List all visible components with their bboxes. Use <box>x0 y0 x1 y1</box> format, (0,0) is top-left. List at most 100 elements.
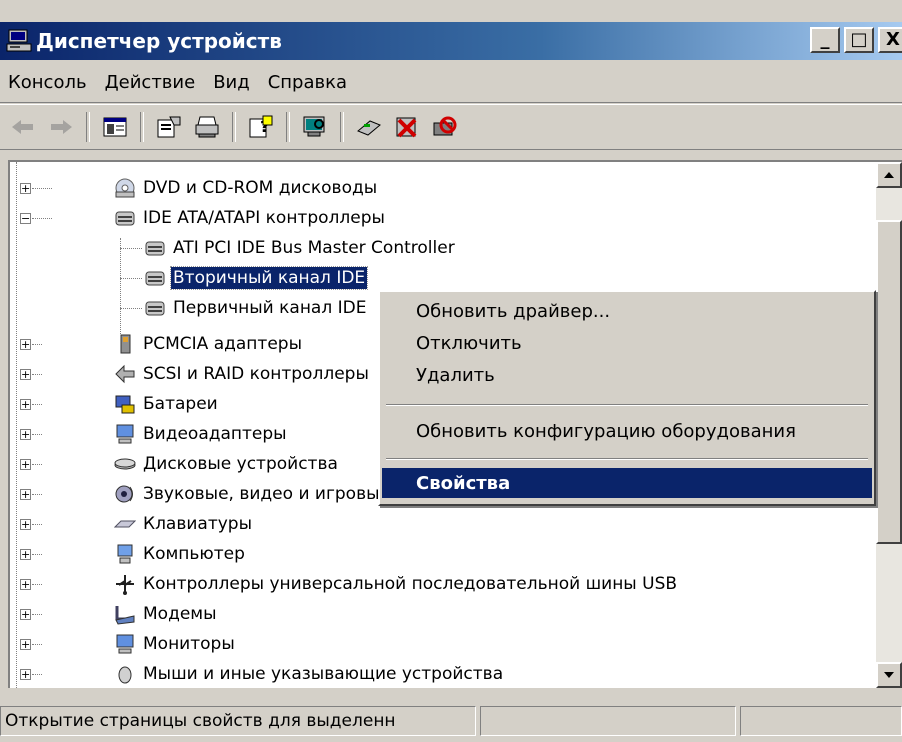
tree-line <box>32 434 42 435</box>
device-manager-app-icon <box>6 28 32 54</box>
expand-button[interactable]: + <box>20 489 31 500</box>
status-pane-2 <box>480 706 736 736</box>
tree-item-batteries[interactable]: + Батареи <box>14 390 220 418</box>
tree-item-ide-controllers[interactable]: − IDE ATA/ATAPI контроллеры <box>14 204 387 232</box>
expand-button[interactable]: + <box>20 459 31 470</box>
menu-bar: Консоль Действие Вид Справка <box>0 62 902 103</box>
scan-hardware-icon[interactable] <box>300 112 330 142</box>
tree-item-modems[interactable]: + Модемы <box>14 600 219 628</box>
menu-separator <box>386 458 868 460</box>
expand-button[interactable]: + <box>20 579 31 590</box>
tree-item-computer[interactable]: + Компьютер <box>14 540 247 568</box>
tree-item-usb-controllers[interactable]: + Контроллеры универсальной последовател… <box>14 570 679 598</box>
menu-item-scan-hardware[interactable]: Обновить конфигурацию оборудования <box>382 416 872 446</box>
properties-icon[interactable] <box>154 112 184 142</box>
disable-icon[interactable] <box>430 112 460 142</box>
menu-separator <box>386 404 868 406</box>
menu-item-update-driver[interactable]: Обновить драйвер... <box>382 296 872 326</box>
menu-help[interactable]: Справка <box>259 72 356 93</box>
tree-line <box>32 584 42 585</box>
expand-button[interactable]: + <box>20 429 31 440</box>
forward-arrow-icon[interactable] <box>46 112 76 142</box>
toolbar-separator <box>86 112 90 142</box>
menu-view[interactable]: Вид <box>204 72 259 93</box>
tree-item-ati-pci-ide[interactable]: ATI PCI IDE Bus Master Controller <box>114 234 457 262</box>
menu-item-properties[interactable]: Свойства <box>382 468 872 498</box>
tree-item-label: Контроллеры универсальной последовательн… <box>143 574 678 594</box>
vertical-scrollbar[interactable] <box>876 162 902 688</box>
expand-button[interactable]: + <box>20 369 31 380</box>
dvd-drive-icon <box>114 177 136 199</box>
toolbar: ? <box>0 104 902 150</box>
expand-button[interactable]: + <box>20 519 31 530</box>
tree-item-label: Первичный канал IDE <box>173 298 367 318</box>
tree-item-label: Видеоадаптеры <box>143 424 287 444</box>
scsi-icon <box>114 363 136 385</box>
tree-item-label: Клавиатуры <box>143 514 253 534</box>
tree-item-label: ATI PCI IDE Bus Master Controller <box>173 238 455 258</box>
show-hide-console-tree-icon[interactable] <box>100 112 130 142</box>
tree-item-label: Мыши и иные указывающие устройства <box>143 664 504 684</box>
scroll-down-button[interactable] <box>876 662 902 688</box>
expand-button[interactable]: + <box>20 609 31 620</box>
title-bar[interactable]: Диспетчер устройств _ □ X <box>0 22 902 60</box>
tree-item-mice[interactable]: + Мыши и иные указывающие устройства <box>14 660 505 688</box>
tree-line <box>32 218 52 219</box>
tree-item-primary-ide[interactable]: Первичный канал IDE <box>114 294 368 322</box>
ide-controller-icon <box>114 207 136 229</box>
tree-item-pcmcia[interactable]: + PCMCIA адаптеры <box>14 330 304 358</box>
expand-button[interactable]: + <box>20 339 31 350</box>
tree-item-scsi-raid[interactable]: + SCSI и RAID контроллеры <box>14 360 371 388</box>
disk-drive-icon <box>114 453 136 475</box>
help-icon[interactable]: ? <box>246 112 276 142</box>
tree-item-label: Компьютер <box>143 544 245 564</box>
sound-icon <box>114 483 136 505</box>
window-title: Диспетчер устройств <box>36 29 282 53</box>
tree-item-label: PCMCIA адаптеры <box>143 334 302 354</box>
tree-item-secondary-ide[interactable]: Вторичный канал IDE <box>114 264 369 292</box>
toolbar-separator <box>340 112 344 142</box>
tree-item-video-adapters[interactable]: + Видеоадаптеры <box>14 420 289 448</box>
print-icon[interactable] <box>192 112 222 142</box>
tree-item-disk-drives[interactable]: + Дисковые устройства <box>14 450 340 478</box>
tree-line <box>32 494 42 495</box>
minimize-button[interactable]: _ <box>810 27 840 53</box>
tree-line <box>32 404 42 405</box>
tree-item-keyboards[interactable]: + Клавиатуры <box>14 510 254 538</box>
ide-controller-icon <box>144 237 166 259</box>
tree-line <box>32 188 52 189</box>
close-button[interactable]: X <box>878 27 902 53</box>
collapse-button[interactable]: − <box>20 213 31 224</box>
tree-item-label: Батареи <box>143 394 218 414</box>
tree-item-label: DVD и CD-ROM дисководы <box>143 178 378 198</box>
ide-controller-icon <box>144 267 166 289</box>
expand-button[interactable]: + <box>20 669 31 680</box>
pcmcia-icon <box>114 333 136 355</box>
status-pane-3 <box>740 706 902 736</box>
expand-button[interactable]: + <box>20 183 31 194</box>
tree-line <box>32 674 42 675</box>
expand-button[interactable]: + <box>20 549 31 560</box>
maximize-button[interactable]: □ <box>844 27 874 53</box>
scroll-up-button[interactable] <box>876 162 902 188</box>
uninstall-icon[interactable] <box>392 112 422 142</box>
tree-item-label: SCSI и RAID контроллеры <box>143 364 369 384</box>
menu-item-disable[interactable]: Отключить <box>382 328 872 358</box>
scroll-thumb[interactable] <box>876 220 902 544</box>
update-driver-icon[interactable] <box>354 112 384 142</box>
toolbar-separator <box>232 112 236 142</box>
menu-console[interactable]: Консоль <box>0 72 96 93</box>
menu-item-uninstall[interactable]: Удалить <box>382 360 872 390</box>
tree-item-label-selected: Вторичный канал IDE <box>169 266 369 290</box>
expand-button[interactable]: + <box>20 639 31 650</box>
back-arrow-icon[interactable] <box>8 112 38 142</box>
toolbar-separator <box>286 112 290 142</box>
tree-item-monitors[interactable]: + Мониторы <box>14 630 237 658</box>
device-manager-window: Диспетчер устройств _ □ X Консоль Действ… <box>0 0 902 742</box>
toolbar-separator <box>140 112 144 142</box>
menu-action[interactable]: Действие <box>96 72 205 93</box>
tree-item-dvd-cdrom[interactable]: + DVD и CD-ROM дисководы <box>14 174 379 202</box>
mouse-icon <box>114 663 136 685</box>
monitor-icon <box>114 633 136 655</box>
expand-button[interactable]: + <box>20 399 31 410</box>
